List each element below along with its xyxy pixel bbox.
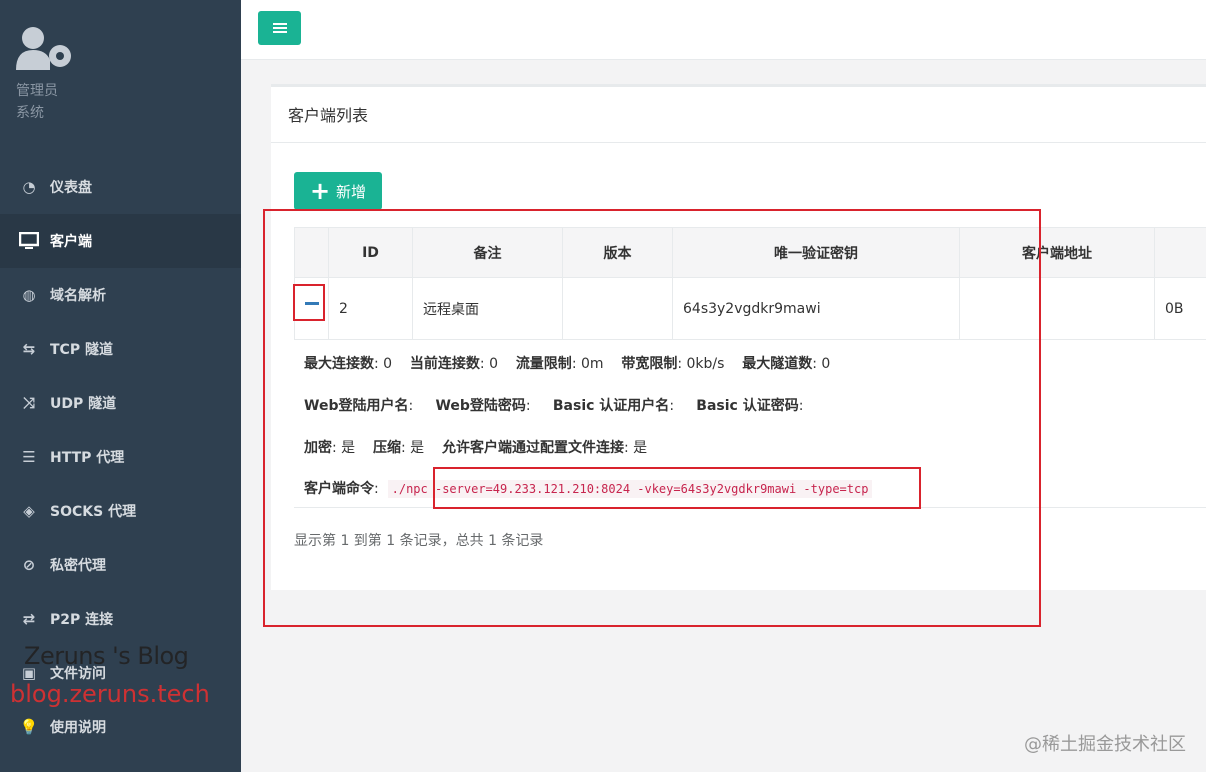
highlight-box-command <box>433 467 921 509</box>
top-navbar <box>241 0 1206 60</box>
globe-icon: ◍ <box>22 286 36 304</box>
plus-icon: + <box>309 177 331 205</box>
sidebar-item-tcp[interactable]: ⇆ TCP 隧道 <box>0 322 241 376</box>
random-icon: ⤨ <box>22 394 35 412</box>
sidebar-item-p2p[interactable]: ⇄ P2P 连接 <box>0 592 241 646</box>
menu-toggle-button[interactable] <box>258 11 301 45</box>
sidebar-item-http[interactable]: ☰ HTTP 代理 <box>0 430 241 484</box>
user-group: 系统 <box>16 105 44 121</box>
footer-watermark: @稀土掘金技术社区 <box>1024 734 1186 755</box>
user-role: 管理员 <box>16 83 58 99</box>
add-client-button[interactable]: + 新增 <box>294 172 382 210</box>
sidebar-item-domain[interactable]: ◍ 域名解析 <box>0 268 241 322</box>
highlight-box-table <box>263 209 1041 627</box>
lightbulb-icon: 💡 <box>19 718 39 736</box>
watermark-url: blog.zeruns.tech <box>10 680 210 708</box>
layers-icon: ◈ <box>23 502 35 520</box>
cell-traffic: 0B <box>1154 277 1206 340</box>
watermark-title: Zeruns 's Blog <box>24 642 189 670</box>
monitor-icon <box>18 232 40 250</box>
sidebar-item-help[interactable]: 💡 使用说明 <box>0 700 241 754</box>
retweet-icon: ⇆ <box>22 340 36 358</box>
sidebar-item-secret[interactable]: ⊘ 私密代理 <box>0 538 241 592</box>
server-icon: ☰ <box>22 448 36 466</box>
sidebar-item-dashboard[interactable]: ◔ 仪表盘 <box>0 160 241 214</box>
dashboard-icon: ◔ <box>22 178 36 196</box>
sidebar-item-udp[interactable]: ⤨ UDP 隧道 <box>0 376 241 430</box>
panel-title: 客户端列表 <box>271 87 1206 143</box>
highlight-box-toggle <box>293 284 325 321</box>
sidebar-item-socks[interactable]: ◈ SOCKS 代理 <box>0 484 241 538</box>
sidebar-item-clients[interactable]: 客户端 <box>0 214 241 268</box>
eye-slash-icon: ⊘ <box>22 556 36 574</box>
hamburger-icon <box>272 27 287 29</box>
sidebar: 管理员 系统 ◔ 仪表盘 客户端 ◍ 域名解析 ⇆ TCP 隧道 ⤨ UDP 隧道 ☰ H… <box>0 0 241 772</box>
admin-avatar-icon <box>16 26 76 78</box>
exchange-icon: ⇄ <box>22 610 36 628</box>
